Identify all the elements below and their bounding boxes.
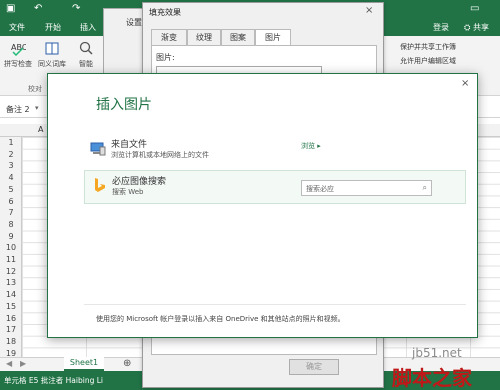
computer-icon [90,142,106,156]
row-number[interactable]: 8 [0,220,22,229]
smart-lookup-button[interactable]: 智能 [78,40,94,69]
format-cells-title: 设置 [126,18,142,27]
name-box-value: 备注 2 [6,105,30,114]
tab-gradient[interactable]: 渐变 [151,29,187,45]
spell-check-label: 拼写检查 [4,60,32,68]
row-number[interactable]: 9 [0,232,22,241]
row-number[interactable]: 6 [0,197,22,206]
share-button[interactable]: ⛭ 共享 [464,22,489,33]
column-a-header[interactable]: A [38,125,43,134]
row-number[interactable]: 3 [0,161,22,170]
insert-picture-title: 插入图片 [96,97,152,113]
row-number[interactable]: 10 [0,243,22,252]
bing-image-search-option[interactable]: 必应图像搜索 搜索 Web 搜索必应 ⌕ [84,170,466,204]
from-file-description: 浏览计算机或本地网络上的文件 [111,151,209,159]
search-icon[interactable]: ⌕ [423,183,427,193]
from-file-label: 来自文件 [111,140,148,150]
save-icon[interactable]: ▣ [6,3,15,14]
bing-icon [95,178,105,192]
browse-link[interactable]: 浏览 ▸ [301,141,321,151]
insert-picture-dialog: 插入图片 × 来自文件 浏览计算机或本地网络上的文件 浏览 ▸ 必应图像搜索 搜… [47,73,478,338]
ok-button[interactable]: 确定 [289,359,339,375]
smart-lookup-icon [79,41,93,55]
spell-check-icon: ABC [11,43,26,56]
login-link[interactable]: 登录 [433,22,449,33]
row-header: 1 2 3 4 5 6 7 8 9 10 11 12 13 14 15 16 17 18 19 [0,137,22,358]
sign-in-message[interactable]: 使用您的 Microsoft 帐户登录以插入来自 OneDrive 和其他站点的… [96,314,345,324]
sheet-tab[interactable]: Sheet1 [64,357,104,371]
tab-file[interactable]: 文件 [9,22,25,33]
row-number[interactable]: 18 [0,337,22,346]
status-text: 单元格 E5 批注者 Haibing Li [4,376,103,385]
close-icon[interactable]: × [461,78,469,89]
watermark-site: jb51.net [412,346,462,360]
tab-home[interactable]: 开始 [45,22,61,33]
bing-search-input[interactable]: 搜索必应 ⌕ [301,180,432,196]
bing-search-description: 搜索 Web [112,188,144,196]
tab-insert[interactable]: 插入 [80,22,96,33]
row-number[interactable]: 5 [0,185,22,194]
row-number[interactable]: 12 [0,267,22,276]
bing-search-label: 必应图像搜索 [112,177,167,187]
row-number[interactable]: 14 [0,290,22,299]
sheet-nav-left-icon[interactable]: ◀ [6,359,12,368]
share-icon: ⛭ [464,23,471,32]
row-number[interactable]: 15 [0,302,22,311]
smart-label: 智能 [79,60,93,68]
spell-check-button[interactable]: ABC 拼写检查 [4,40,32,69]
fill-effects-title: 填充效果 [149,8,181,17]
from-file-option[interactable]: 来自文件 浏览计算机或本地网络上的文件 浏览 ▸ [84,134,466,168]
allow-edit-ranges-button[interactable]: 允许用户编辑区域 [400,56,456,66]
redo-icon[interactable]: ↷ [72,3,80,14]
row-number[interactable]: 17 [0,325,22,334]
book-icon [45,42,59,55]
undo-icon[interactable]: ↶ [34,3,42,14]
thesaurus-button[interactable]: 同义词库 [38,40,66,69]
footer-divider [84,304,466,305]
close-icon[interactable]: × [365,5,373,16]
tab-texture[interactable]: 纹理 [187,29,221,45]
protect-share-button[interactable]: 保护并共享工作簿 [400,42,456,52]
row-number[interactable]: 16 [0,314,22,323]
sheet-nav-right-icon[interactable]: ▶ [20,359,26,368]
add-sheet-icon[interactable]: ⊕ [123,358,131,369]
row-number[interactable]: 13 [0,278,22,287]
svg-text:ABC: ABC [11,43,26,52]
tab-picture[interactable]: 图片 [255,29,291,46]
picture-label: 图片: [156,53,175,62]
row-number[interactable]: 4 [0,173,22,182]
group-proofing-label: 校对 [28,85,42,93]
thesaurus-label: 同义词库 [38,60,66,68]
row-number[interactable]: 7 [0,208,22,217]
window-controls-icon[interactable]: ▭ [470,3,479,14]
bing-search-placeholder: 搜索必应 [306,185,334,193]
chevron-down-icon[interactable]: ▾ [35,104,39,112]
browse-label: 浏览 [301,142,315,150]
tab-pattern[interactable]: 图案 [221,29,255,45]
share-label: 共享 [472,23,489,32]
arrow-right-icon: ▸ [317,142,321,150]
row-number[interactable]: 2 [0,150,22,159]
watermark-name: 脚本之家 [392,366,472,390]
row-number[interactable]: 1 [0,138,22,147]
row-number[interactable]: 11 [0,255,22,264]
